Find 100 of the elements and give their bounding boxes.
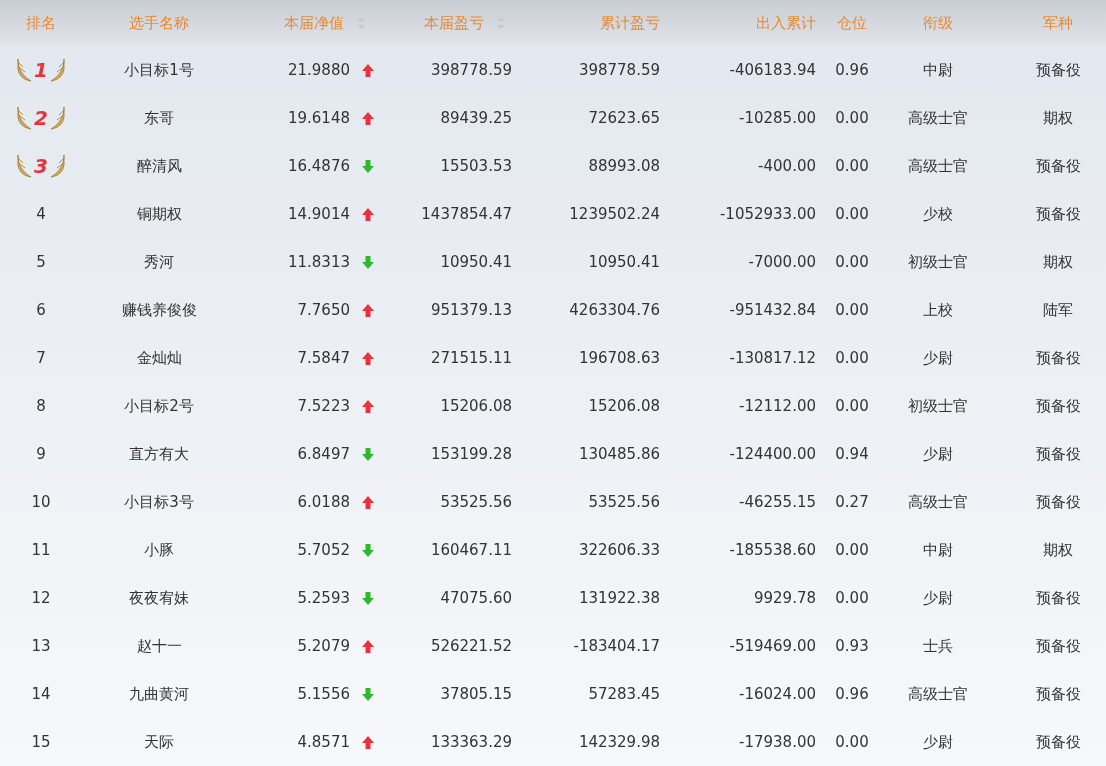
player-name: 天际 xyxy=(144,731,174,753)
session-pnl: 526221.52 xyxy=(430,635,512,657)
session-pnl: 10950.41 xyxy=(440,251,512,273)
rank-level: 高级士官 xyxy=(908,491,968,513)
position: 0.93 xyxy=(835,635,869,657)
session-pnl: 271515.11 xyxy=(430,347,512,369)
cumulative-pnl: 398778.59 xyxy=(578,59,660,81)
position: 0.00 xyxy=(835,155,869,177)
cumulative-flow: -519469.00 xyxy=(729,635,816,657)
cumulative-pnl: 15206.08 xyxy=(588,395,660,417)
rank-number: 6 xyxy=(36,299,46,321)
rank-level: 高级士官 xyxy=(908,683,968,705)
session-pnl: 398778.59 xyxy=(430,59,512,81)
rank-number: 7 xyxy=(36,347,46,369)
position: 0.00 xyxy=(835,299,869,321)
column-header[interactable]: 本届净值 xyxy=(284,11,366,35)
rank-level: 初级士官 xyxy=(908,251,968,273)
rank-level: 少尉 xyxy=(923,587,953,609)
wing-icon xyxy=(49,57,66,83)
cumulative-flow: -46255.15 xyxy=(739,491,816,513)
branch: 预备役 xyxy=(1035,587,1081,609)
net-value: 19.6148 xyxy=(287,107,350,129)
session-pnl: 53525.56 xyxy=(440,491,512,513)
position: 0.27 xyxy=(835,491,869,513)
cumulative-flow: -10285.00 xyxy=(739,107,816,129)
player-name: 小目标2号 xyxy=(124,395,194,417)
player-name: 小目标1号 xyxy=(124,59,194,81)
cumulative-pnl: 142329.98 xyxy=(578,731,660,753)
cumulative-flow: -124400.00 xyxy=(729,443,816,465)
net-value: 5.7052 xyxy=(297,539,350,561)
session-pnl: 951379.13 xyxy=(430,299,512,321)
column-header: 仓位 xyxy=(837,12,867,34)
session-pnl: 37805.15 xyxy=(440,683,512,705)
branch: 预备役 xyxy=(1035,347,1081,369)
rank-number: 5 xyxy=(36,251,46,273)
rank-number: 11 xyxy=(31,539,51,561)
position: 0.00 xyxy=(835,731,869,753)
session-pnl: 1437854.47 xyxy=(421,203,512,225)
rank-level: 中尉 xyxy=(923,59,953,81)
session-pnl: 15206.08 xyxy=(440,395,512,417)
player-name: 赚钱养俊俊 xyxy=(121,299,197,321)
position: 0.00 xyxy=(835,347,869,369)
column-header: 军种 xyxy=(1043,12,1073,34)
net-value: 16.4876 xyxy=(287,155,350,177)
rank-number: 15 xyxy=(31,731,51,753)
net-value: 5.2079 xyxy=(297,635,350,657)
branch: 预备役 xyxy=(1035,395,1081,417)
rank-number: 9 xyxy=(36,443,46,465)
branch: 预备役 xyxy=(1035,203,1081,225)
session-pnl: 15503.53 xyxy=(440,155,512,177)
net-value: 7.5847 xyxy=(297,347,350,369)
player-name: 东哥 xyxy=(144,107,174,129)
cumulative-flow: -12112.00 xyxy=(739,395,816,417)
net-value: 6.8497 xyxy=(297,443,350,465)
rank-number: 2 xyxy=(34,108,48,128)
position: 0.96 xyxy=(835,59,869,81)
cumulative-pnl: 322606.33 xyxy=(578,539,660,561)
column-header: 出入累计 xyxy=(756,12,816,34)
wing-icon xyxy=(16,57,33,83)
cumulative-pnl: 1239502.24 xyxy=(569,203,660,225)
branch: 预备役 xyxy=(1035,443,1081,465)
column-header: 选手名称 xyxy=(129,12,189,34)
player-name: 秀河 xyxy=(144,251,174,273)
position: 0.00 xyxy=(835,107,869,129)
rank-level: 少尉 xyxy=(923,443,953,465)
column-header[interactable]: 本届盈亏 xyxy=(424,11,506,35)
column-header: 累计盈亏 xyxy=(600,12,660,34)
net-value: 7.7650 xyxy=(297,299,350,321)
net-value: 21.9880 xyxy=(287,59,350,81)
branch: 期权 xyxy=(1043,107,1073,129)
position: 0.00 xyxy=(835,587,869,609)
cumulative-pnl: 72623.65 xyxy=(588,107,660,129)
rank-level: 少尉 xyxy=(923,347,953,369)
branch: 预备役 xyxy=(1035,491,1081,513)
cumulative-flow: -185538.60 xyxy=(729,539,816,561)
rank-number: 1 xyxy=(34,60,48,80)
rank-level: 高级士官 xyxy=(908,155,968,177)
wing-icon xyxy=(49,153,66,179)
rank-number: 4 xyxy=(36,203,46,225)
wing-icon xyxy=(16,105,33,131)
branch: 期权 xyxy=(1043,251,1073,273)
cumulative-flow: -17938.00 xyxy=(739,731,816,753)
cumulative-pnl: -183404.17 xyxy=(573,635,660,657)
cumulative-flow: -1052933.00 xyxy=(719,203,816,225)
rank-level: 初级士官 xyxy=(908,395,968,417)
rank-number: 8 xyxy=(36,395,46,417)
cumulative-flow: -130817.12 xyxy=(729,347,816,369)
player-name: 赵十一 xyxy=(136,635,182,657)
cumulative-pnl: 88993.08 xyxy=(588,155,660,177)
cumulative-pnl: 57283.45 xyxy=(588,683,660,705)
cumulative-flow: -7000.00 xyxy=(748,251,816,273)
column-header: 排名 xyxy=(26,12,56,34)
cumulative-pnl: 4263304.76 xyxy=(569,299,660,321)
rank-level: 高级士官 xyxy=(908,107,968,129)
cumulative-flow: -951432.84 xyxy=(729,299,816,321)
branch: 预备役 xyxy=(1035,635,1081,657)
cumulative-pnl: 130485.86 xyxy=(578,443,660,465)
position: 0.00 xyxy=(835,203,869,225)
net-value: 5.2593 xyxy=(297,587,350,609)
cumulative-flow: -16024.00 xyxy=(739,683,816,705)
